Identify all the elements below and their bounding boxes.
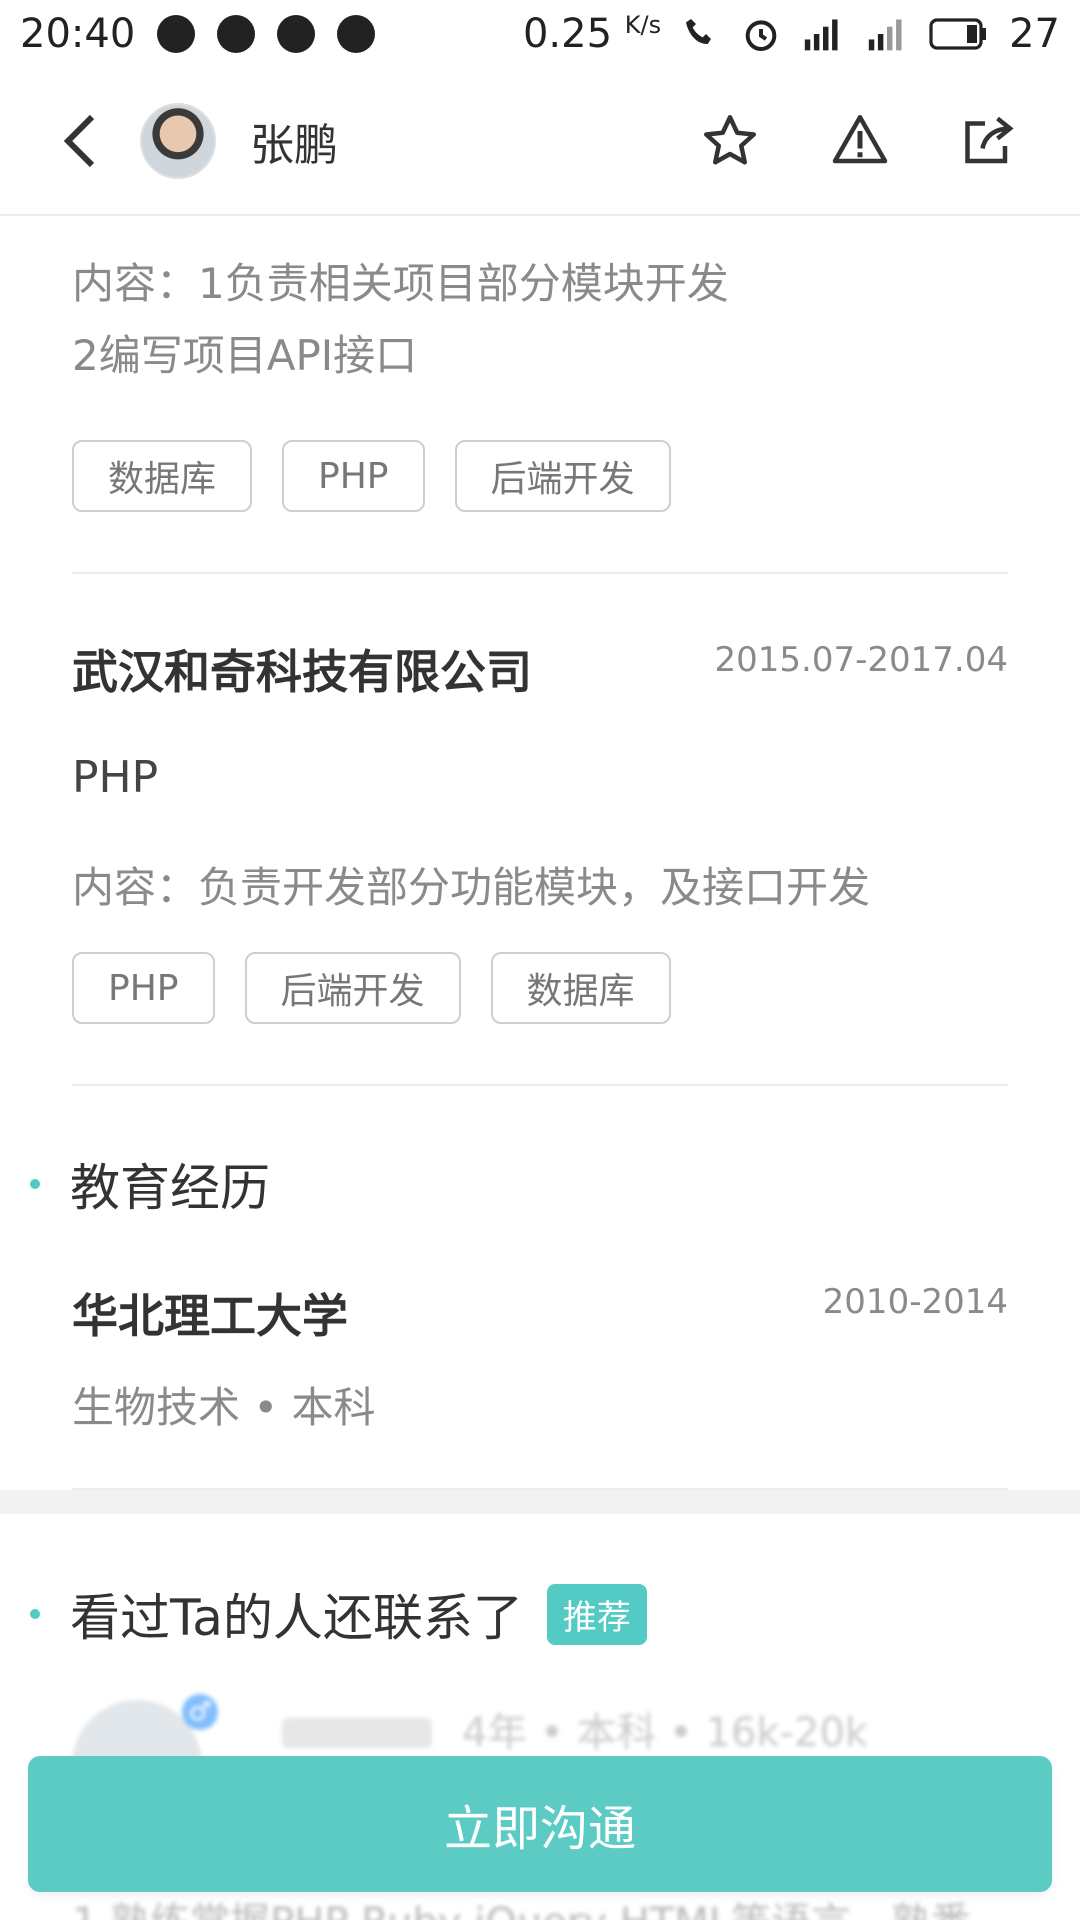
education-major: 生物技术 • 本科 xyxy=(72,1383,376,1432)
job-content: 内容：负责开发部分功能模块，及接口开发 xyxy=(72,863,871,912)
divider xyxy=(72,1084,1008,1086)
project-content-line1: 内容：1负责相关项目部分模块开发 xyxy=(72,259,729,308)
section-dot xyxy=(30,1609,40,1619)
chat-now-button[interactable]: 立即沟通 xyxy=(28,1756,1052,1892)
status-bar: 20:40 0.25 K/s 27 xyxy=(0,0,1080,68)
section-dot xyxy=(30,1179,40,1189)
education-section-title: 教育经历 xyxy=(30,1148,270,1220)
skill-tag: 数据库 xyxy=(490,952,671,1024)
hotspot-icon xyxy=(337,15,376,53)
school-name: 华北理工大学 xyxy=(72,1289,348,1343)
back-icon xyxy=(63,114,95,168)
phone-wifi-icon xyxy=(686,19,712,44)
signal-icon xyxy=(804,19,838,51)
network-speed: 0.25 K/s xyxy=(523,11,661,57)
profile-header: 张鹏 xyxy=(0,68,1080,216)
skill-tag: 数据库 xyxy=(72,440,253,512)
skill-tag: 后端开发 xyxy=(454,440,671,512)
job-tags: PHP 后端开发 数据库 xyxy=(72,952,671,1024)
job-position: PHP xyxy=(72,752,159,803)
section-separator xyxy=(0,1490,1080,1514)
chat-icon xyxy=(277,15,316,53)
divider xyxy=(72,572,1008,574)
candidate-summary: 4年 • 本科 • 16k-20k xyxy=(462,1710,869,1756)
education-date: 2010-2014 xyxy=(822,1282,1008,1322)
share-icon[interactable] xyxy=(960,111,1020,171)
education-title-text: 教育经历 xyxy=(70,1159,270,1217)
network-speed-value: 0.25 xyxy=(522,11,613,57)
company-name: 武汉和奇科技有限公司 xyxy=(72,645,532,699)
alarm-icon xyxy=(745,20,777,52)
smile-icon xyxy=(217,15,256,53)
recommend-section-title: 看过Ta的人还联系了 推荐 xyxy=(30,1578,647,1650)
battery-level: 27 xyxy=(1009,11,1060,57)
recommend-badge: 推荐 xyxy=(546,1583,647,1645)
skill-tag: PHP xyxy=(282,440,425,512)
star-icon[interactable] xyxy=(700,111,760,171)
warning-icon[interactable] xyxy=(830,111,890,171)
project-content-line2: 2编写项目API接口 xyxy=(72,331,418,380)
status-time: 20:40 xyxy=(20,11,136,57)
candidate-name: 张鹏 xyxy=(250,120,338,171)
app-icon xyxy=(157,15,196,53)
skill-tag: PHP xyxy=(72,952,215,1024)
network-speed-unit: K/s xyxy=(624,11,662,39)
skill-tag: 后端开发 xyxy=(244,952,461,1024)
candidate-name-placeholder xyxy=(282,1718,432,1748)
battery-icon xyxy=(929,18,987,50)
avatar[interactable] xyxy=(140,103,216,179)
4g-signal-icon xyxy=(868,19,902,51)
project-tags: 数据库 PHP 后端开发 xyxy=(72,440,671,512)
male-icon: ♂ xyxy=(182,1694,218,1730)
job-date: 2015.07-2017.04 xyxy=(714,640,1008,680)
candidate-description: 1.熟练掌握PHP,Ruby,jQuery,HTML等语言，熟悉 xyxy=(72,1890,971,1920)
recommend-title-text: 看过Ta的人还联系了 xyxy=(70,1589,523,1647)
back-button[interactable] xyxy=(60,111,110,171)
